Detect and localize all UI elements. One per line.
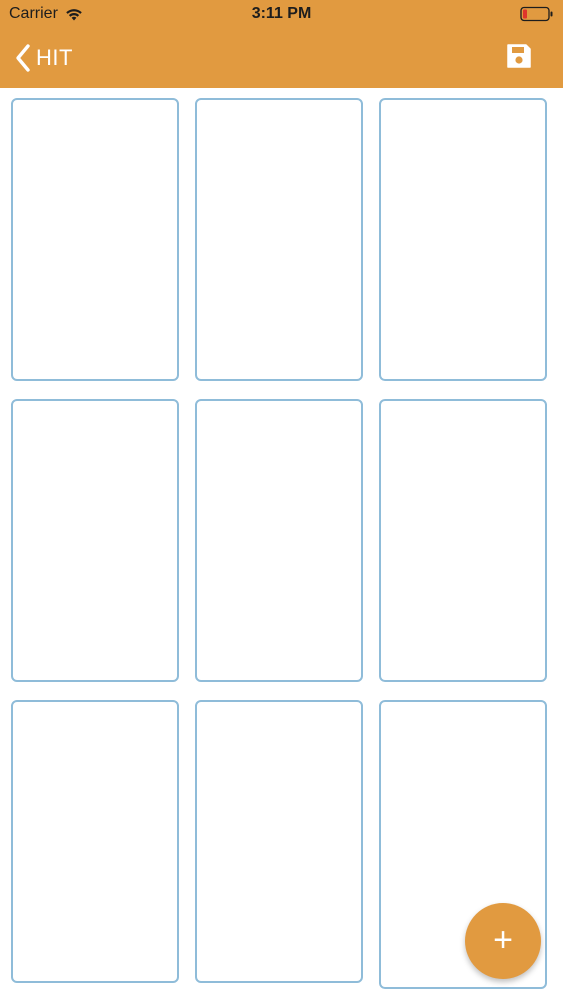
card-slot-4[interactable] [11, 399, 179, 682]
status-bar: Carrier 3:11 PM [0, 0, 563, 30]
floppy-disk-icon [507, 44, 531, 68]
app-header: Carrier 3:11 PM HIT [0, 0, 563, 88]
card-slot-5[interactable] [195, 399, 363, 682]
card-slot-6[interactable] [379, 399, 547, 682]
back-label: HIT [36, 45, 73, 70]
card-grid [11, 98, 552, 989]
card-slot-2[interactable] [195, 98, 363, 381]
add-button[interactable]: + [465, 903, 541, 979]
card-slot-1[interactable] [11, 98, 179, 381]
status-time: 3:11 PM [251, 5, 312, 22]
battery-low-icon [520, 6, 553, 22]
card-slot-3[interactable] [379, 98, 547, 381]
save-button[interactable] [505, 42, 533, 70]
card-slot-8[interactable] [195, 700, 363, 983]
back-button[interactable]: HIT [14, 40, 73, 76]
navigation-bar: HIT [0, 30, 563, 88]
card-slot-7[interactable] [11, 700, 179, 983]
chevron-left-icon [16, 44, 30, 72]
plus-icon: + [493, 920, 513, 959]
